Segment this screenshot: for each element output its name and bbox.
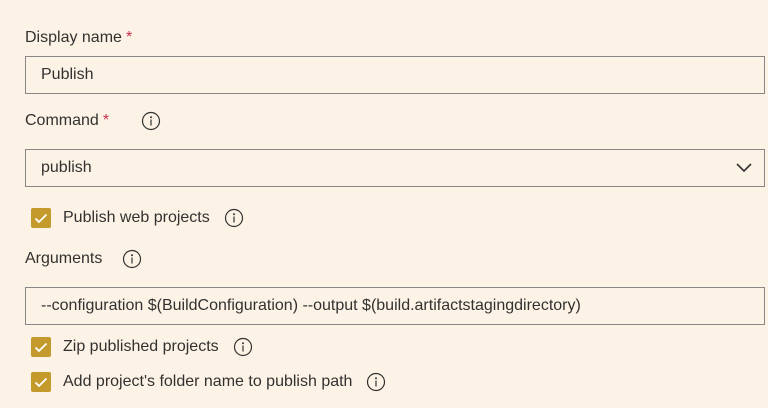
info-icon[interactable] (122, 249, 142, 269)
arguments-input[interactable] (41, 297, 764, 315)
publish-web-projects-label: Publish web projects (63, 209, 210, 226)
display-name-label-row: Display name * (25, 29, 132, 47)
command-label: Command (25, 112, 99, 129)
command-label-row: Command * (25, 111, 161, 131)
command-selected-value: publish (41, 159, 92, 176)
arguments-label-row: Arguments (25, 249, 142, 269)
required-mark: * (125, 29, 133, 46)
task-settings-form: Display name * Command * publish Publish… (0, 0, 768, 408)
zip-published-projects-label: Zip published projects (63, 338, 219, 355)
add-folder-name-row: Add project's folder name to publish pat… (31, 372, 386, 392)
arguments-label: Arguments (25, 250, 103, 267)
info-icon[interactable] (366, 372, 386, 392)
publish-web-projects-checkbox[interactable] (31, 208, 51, 228)
chevron-down-icon[interactable] (724, 150, 764, 186)
info-icon[interactable] (224, 208, 244, 228)
publish-web-projects-row: Publish web projects (31, 208, 244, 228)
display-name-input[interactable] (41, 66, 764, 84)
info-icon[interactable] (233, 337, 253, 357)
display-name-field[interactable] (25, 56, 765, 94)
info-icon[interactable] (141, 111, 161, 131)
zip-published-projects-row: Zip published projects (31, 337, 253, 357)
add-folder-name-label: Add project's folder name to publish pat… (63, 373, 353, 390)
required-mark: * (102, 112, 110, 129)
zip-published-projects-checkbox[interactable] (31, 337, 51, 357)
display-name-label: Display name (25, 29, 122, 46)
arguments-field[interactable] (25, 287, 765, 325)
command-select[interactable]: publish (25, 149, 765, 187)
add-folder-name-checkbox[interactable] (31, 372, 51, 392)
